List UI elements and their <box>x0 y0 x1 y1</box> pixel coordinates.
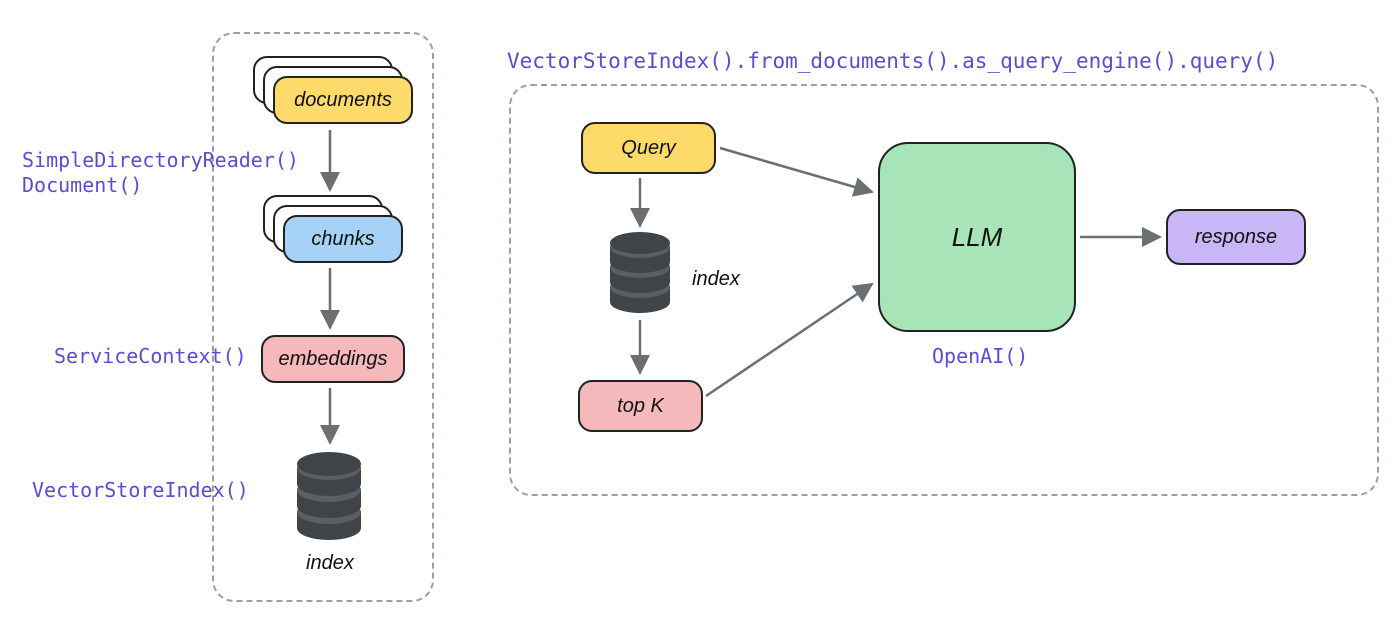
arrow-topk-to-llm <box>706 284 872 396</box>
left-disk-icon <box>297 452 361 540</box>
diagram-svg <box>0 0 1400 619</box>
arrow-query-to-llm <box>720 148 872 192</box>
right-disk-icon <box>610 232 670 313</box>
